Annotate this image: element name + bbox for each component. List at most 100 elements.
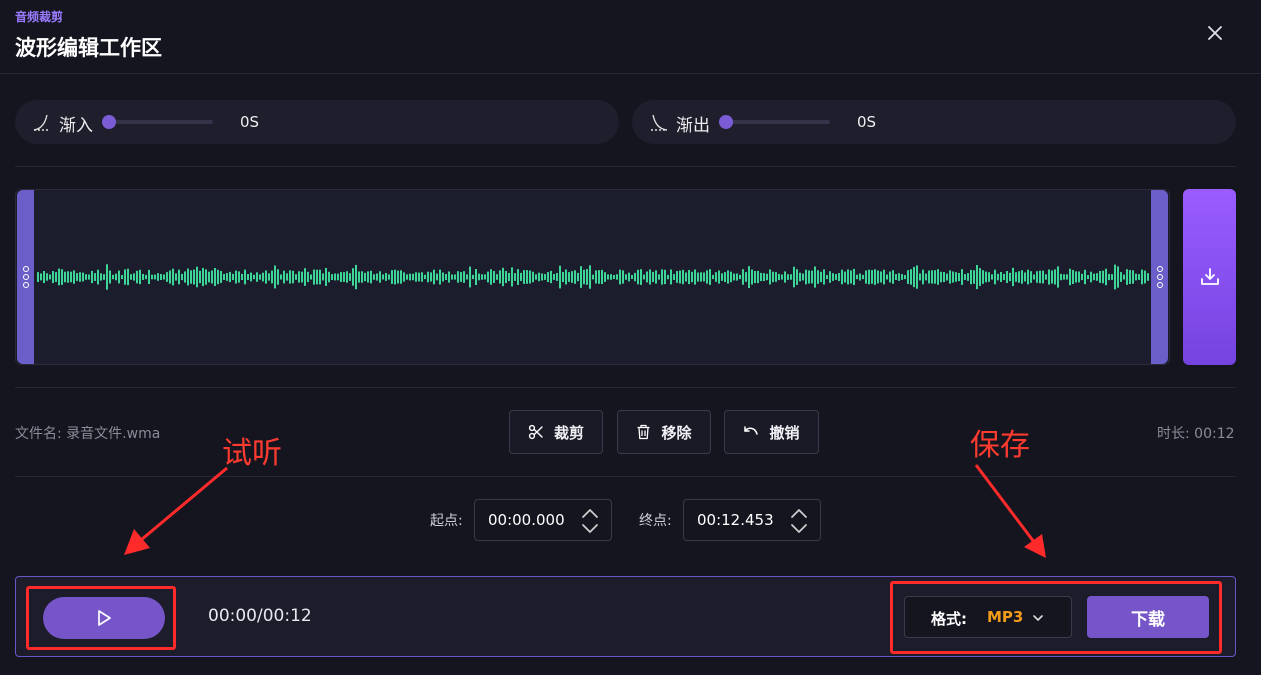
waveform-bar <box>712 274 714 280</box>
start-time-input[interactable]: 00:00.000 <box>474 499 612 541</box>
waveform-bar <box>397 270 399 284</box>
end-time-input[interactable]: 00:12.453 <box>683 499 821 541</box>
waveform-bar <box>718 270 720 284</box>
export-button[interactable] <box>1183 189 1236 365</box>
grip-dot-icon <box>1156 266 1163 272</box>
waveform-bar <box>1003 273 1005 281</box>
waveform-bar <box>607 274 609 280</box>
waveform-bar <box>361 271 363 283</box>
fade-out-slider-thumb[interactable] <box>719 115 733 129</box>
fade-in-value: 0S <box>240 113 260 131</box>
undo-icon <box>744 426 759 435</box>
waveform-bar <box>1120 272 1122 282</box>
waveform-bar <box>703 272 705 282</box>
waveform-bar <box>403 272 405 282</box>
waveform-bar <box>628 272 630 282</box>
divider <box>15 166 1236 167</box>
waveform-bar <box>1051 270 1053 284</box>
waveform-bar <box>727 270 729 284</box>
right-trim-handle[interactable] <box>1151 190 1168 364</box>
waveform-bar <box>409 273 411 281</box>
waveform-bar <box>154 274 156 280</box>
fade-in-slider-thumb[interactable] <box>102 115 116 129</box>
waveform-bar <box>265 270 267 284</box>
waveform-bar <box>112 274 114 280</box>
waveform-bar <box>496 274 498 280</box>
waveform-bar <box>478 273 480 281</box>
waveform-bar <box>910 269 912 285</box>
waveform-bar <box>742 269 744 285</box>
waveform-bar <box>976 265 978 290</box>
stepper-icon[interactable] <box>579 506 601 536</box>
waveform-bar <box>313 269 315 285</box>
grip-dot-icon <box>1156 282 1163 288</box>
left-trim-handle[interactable] <box>17 190 34 364</box>
waveform-bar <box>364 272 366 282</box>
fade-in-slider-track[interactable] <box>105 120 213 124</box>
waveform-bar <box>961 269 963 285</box>
selection-region[interactable] <box>17 190 1168 364</box>
waveform-bar <box>217 269 219 285</box>
waveform-bar <box>562 272 564 282</box>
waveform-bar <box>223 274 225 280</box>
waveform-bar <box>64 271 66 283</box>
waveform-bar <box>733 273 735 281</box>
download-button[interactable]: 下载 <box>1087 596 1209 638</box>
play-button[interactable] <box>43 597 165 639</box>
waveform-bar <box>931 270 933 284</box>
waveform-bar <box>340 272 342 282</box>
waveform-bar <box>1132 270 1134 284</box>
waveform-bar <box>175 273 177 281</box>
waveform-bar <box>640 269 642 285</box>
waveform-bar <box>1018 271 1020 283</box>
waveform-bar <box>151 274 153 280</box>
waveform-bar <box>292 270 294 284</box>
waveform-bar <box>1117 266 1119 288</box>
waveform-bar <box>655 270 657 284</box>
waveform-bar <box>892 270 894 284</box>
waveform-bar <box>250 272 252 282</box>
grip-dot-icon <box>22 266 29 272</box>
waveform-area[interactable] <box>15 189 1170 365</box>
undo-button[interactable]: 撤销 <box>724 410 819 454</box>
format-select[interactable]: 格式: MP3 <box>904 596 1072 638</box>
waveform-bar <box>688 270 690 285</box>
waveform-bar <box>1141 269 1143 285</box>
waveform-bar <box>1054 269 1056 285</box>
stepper-icon[interactable] <box>788 506 810 536</box>
waveform-bar <box>601 269 603 284</box>
waveform-bar <box>631 275 633 279</box>
waveform-bar <box>724 272 726 282</box>
waveform-bar <box>274 265 276 289</box>
cut-button[interactable]: 裁剪 <box>509 410 603 454</box>
waveform-bar <box>1144 270 1146 284</box>
download-icon <box>1200 268 1219 285</box>
waveform-bar <box>844 271 846 283</box>
waveform-bar <box>1033 274 1035 280</box>
waveform-bar <box>133 273 135 281</box>
close-button[interactable] <box>1200 18 1230 48</box>
waveform-bar <box>493 271 495 283</box>
waveform-bar <box>880 271 882 283</box>
waveform-bar <box>1090 271 1092 283</box>
waveform-bar <box>208 271 210 283</box>
waveform-bar <box>100 273 102 281</box>
remove-button[interactable]: 移除 <box>617 410 711 454</box>
waveform-bar <box>454 274 456 280</box>
fade-out-slider-track[interactable] <box>722 120 830 124</box>
waveform-bar <box>1027 269 1029 285</box>
waveform-bar <box>520 272 522 281</box>
waveform-bar <box>649 269 651 285</box>
waveform-bar <box>943 272 945 282</box>
waveform-bar <box>967 273 969 281</box>
waveform-bar <box>286 273 288 281</box>
waveform-bar <box>79 272 81 282</box>
waveform-bar <box>178 269 180 285</box>
waveform-bar <box>67 271 69 283</box>
waveform-bar <box>37 272 39 282</box>
waveform-bar <box>865 270 867 284</box>
waveform-bar <box>775 272 777 282</box>
waveform-bar <box>829 271 831 283</box>
waveform-bar <box>799 272 801 282</box>
waveform-bar <box>1147 273 1149 281</box>
